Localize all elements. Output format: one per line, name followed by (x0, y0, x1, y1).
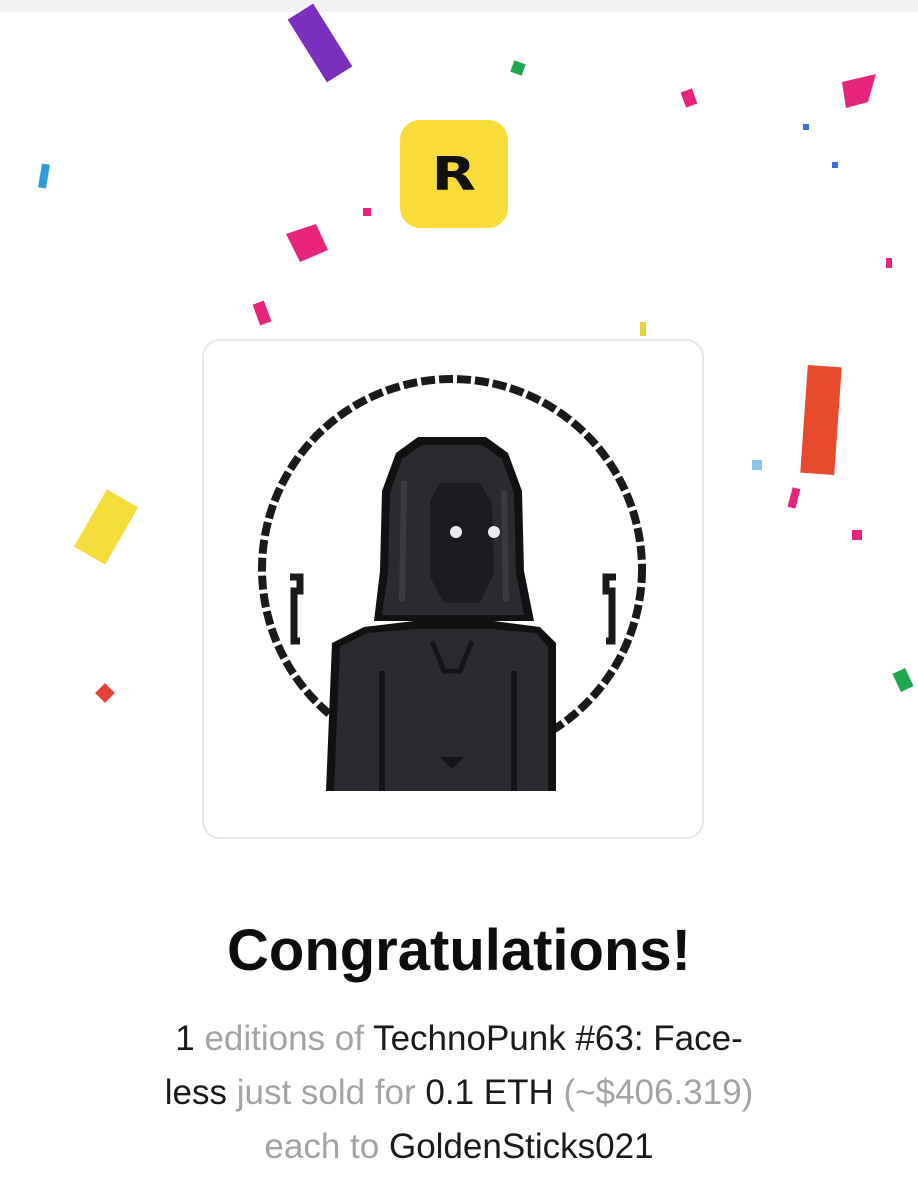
sale-message: 1 editions of TechnoPunk #63: Face-less … (100, 1012, 818, 1174)
logo-letter: R (431, 147, 477, 201)
just-sold-text: just sold for (236, 1073, 416, 1112)
hooded-faceless-figure-icon (258, 375, 646, 791)
editions-of-text: editions of (204, 1019, 364, 1058)
buyer-name-link[interactable]: GoldenSticks021 (389, 1127, 654, 1166)
each-to-text: each to (264, 1127, 380, 1166)
artwork-name-part1[interactable]: TechnoPunk #63: Face- (373, 1019, 743, 1058)
usd-value: (~$406.319) (563, 1073, 754, 1112)
artwork-name-part2[interactable]: less (165, 1073, 227, 1112)
sale-price: 0.1 ETH (425, 1073, 554, 1112)
congratulations-heading: Congratulations! (227, 918, 691, 983)
top-status-strip (0, 0, 918, 12)
sale-quantity: 1 (175, 1019, 195, 1058)
artwork-card[interactable] (202, 339, 704, 839)
app-logo: R (400, 120, 508, 228)
